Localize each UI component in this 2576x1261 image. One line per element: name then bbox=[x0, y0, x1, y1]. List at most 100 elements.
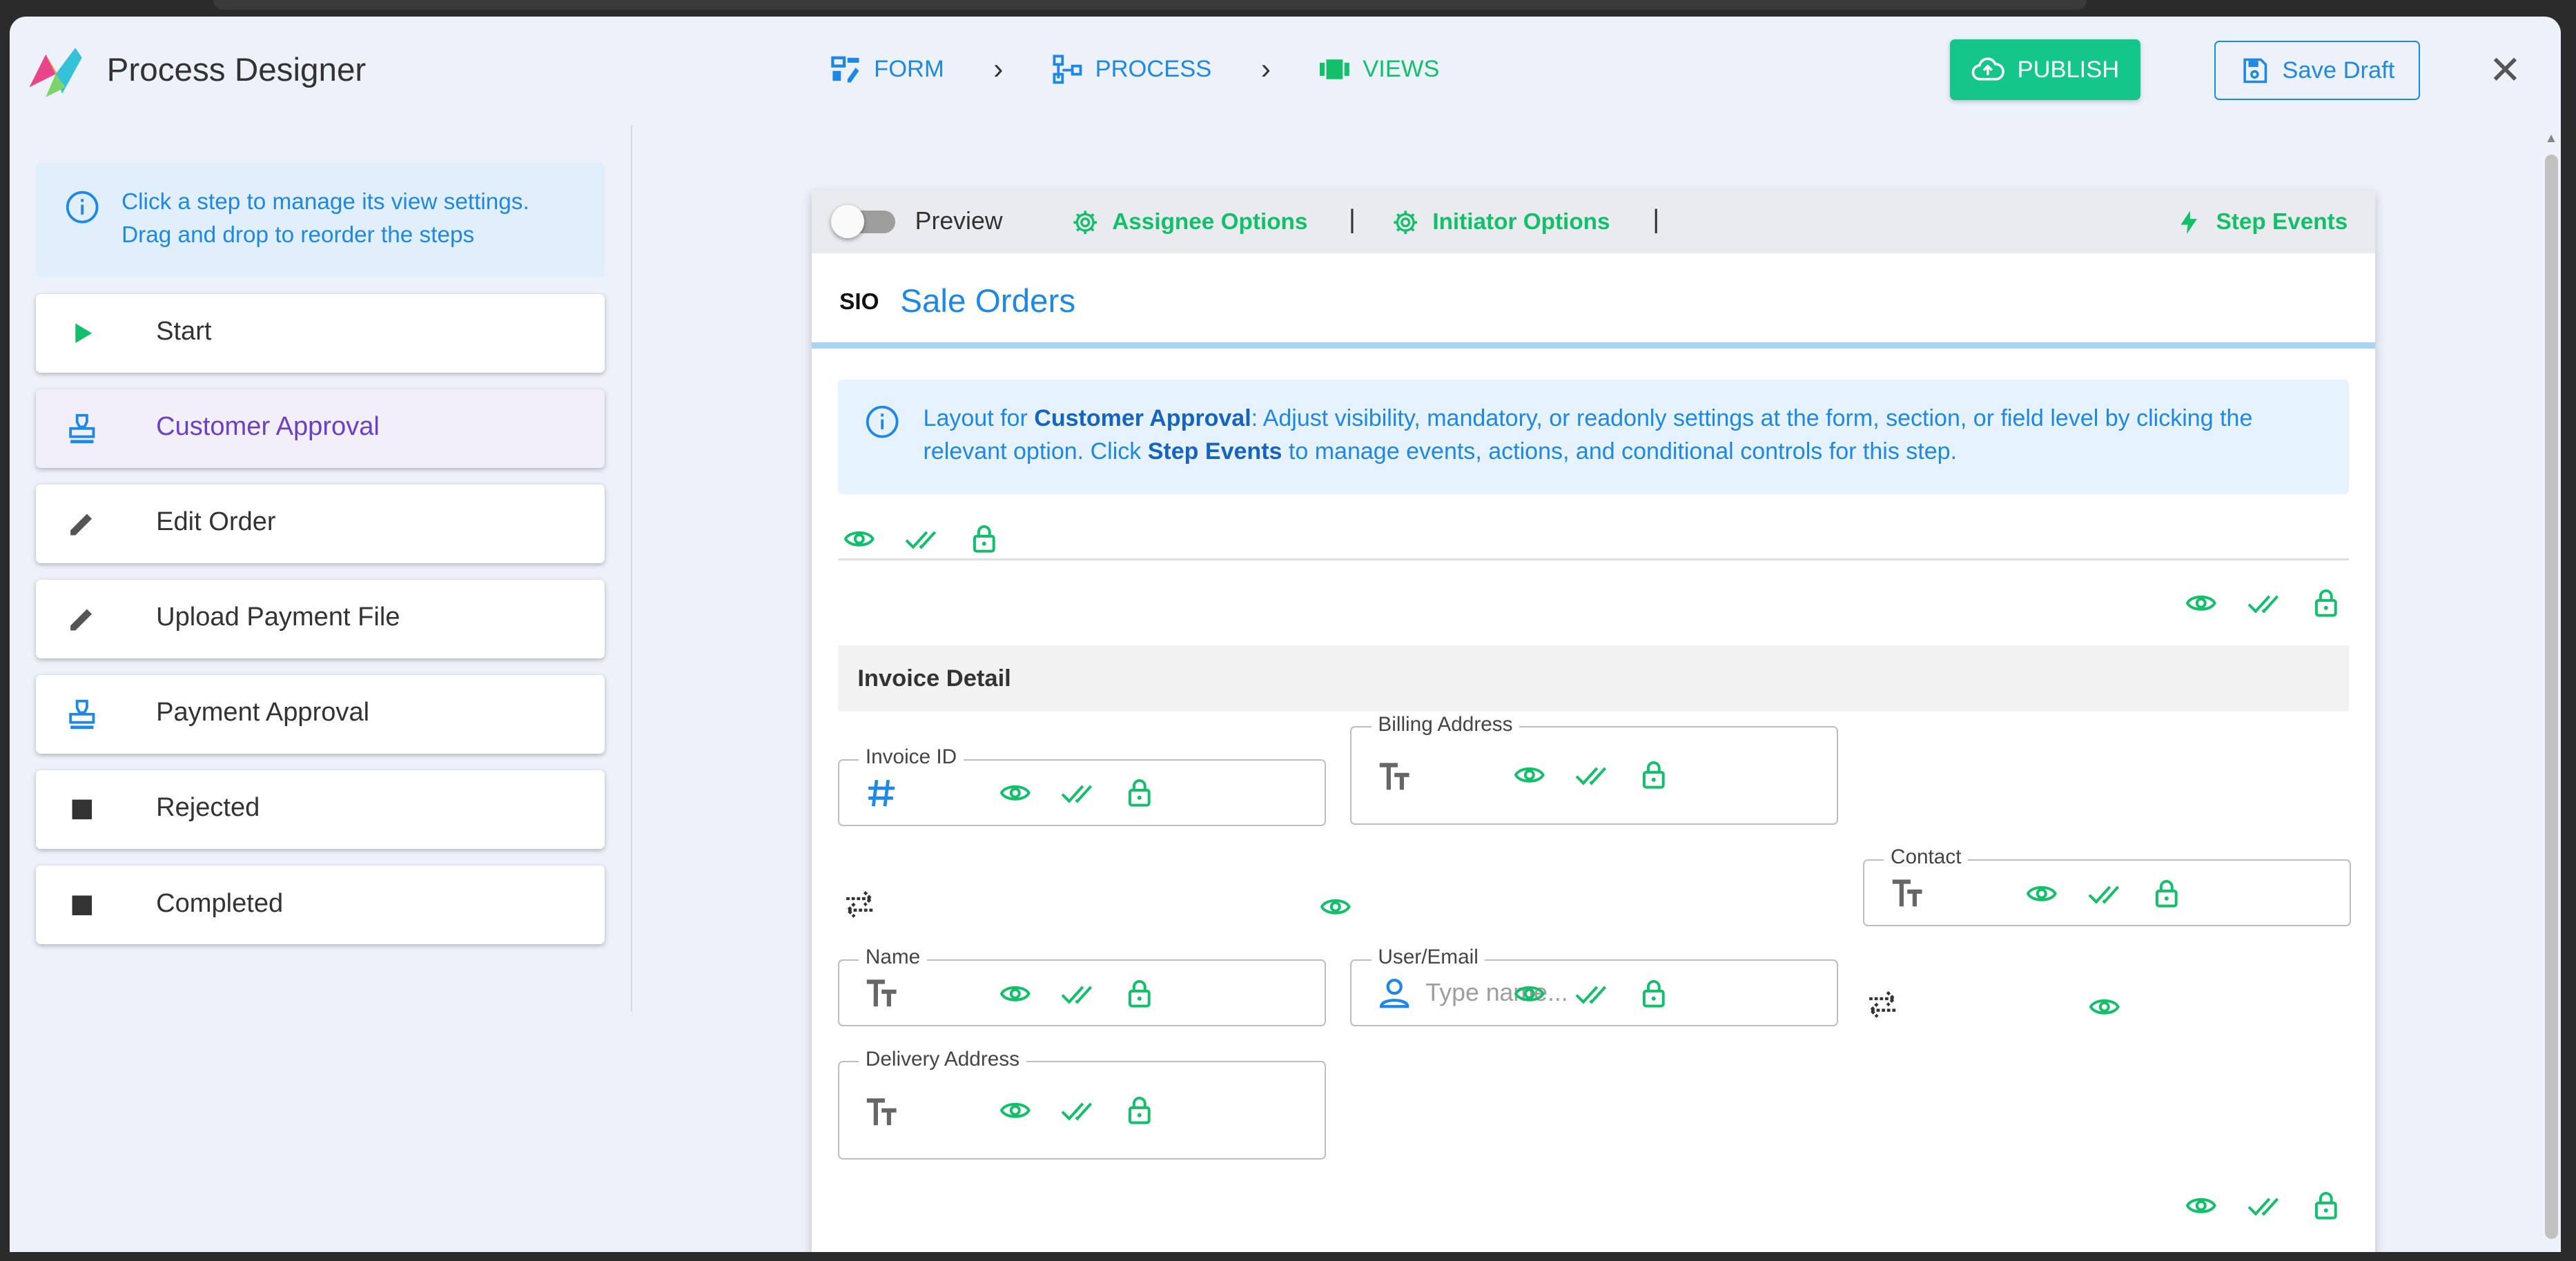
field-label: Name bbox=[859, 946, 927, 970]
hash-icon bbox=[868, 779, 895, 807]
step-completed[interactable]: Completed bbox=[36, 866, 605, 945]
preview-label: Preview bbox=[915, 206, 1003, 235]
scrollbar-thumb[interactable] bbox=[2544, 154, 2558, 1239]
step-customer-approval[interactable]: Customer Approval bbox=[36, 389, 605, 469]
swap-icon[interactable] bbox=[841, 886, 877, 921]
save-draft-button[interactable]: Save Draft bbox=[2214, 41, 2420, 101]
layout-notice: Layout for Customer Approval: Adjust vis… bbox=[837, 379, 2350, 495]
nav-form[interactable]: FORM bbox=[831, 55, 944, 84]
form-title-row: SIO Sale Orders bbox=[811, 253, 2376, 349]
nav-process-label: PROCESS bbox=[1095, 56, 1212, 83]
double-check-icon[interactable] bbox=[1575, 759, 1608, 792]
lock-icon[interactable] bbox=[1123, 1094, 1156, 1127]
user-email-field[interactable]: User/Email Type name... bbox=[1350, 946, 1839, 1027]
form-code: SIO bbox=[839, 289, 879, 315]
scroll-up-icon[interactable]: ▲ bbox=[2545, 131, 2558, 146]
page-scrollbar[interactable]: ▲ bbox=[2539, 125, 2561, 1252]
field-label: Contact bbox=[1884, 845, 1968, 870]
lock-icon[interactable] bbox=[1637, 977, 1670, 1010]
lock-icon[interactable] bbox=[2310, 1189, 2343, 1222]
save-draft-label: Save Draft bbox=[2282, 57, 2395, 84]
step-payment-approval[interactable]: Payment Approval bbox=[36, 675, 605, 754]
step-events-button[interactable]: Step Events bbox=[2175, 208, 2348, 236]
close-icon[interactable]: ✕ bbox=[2487, 51, 2523, 90]
view-toolbar: Preview Assignee Options | Initiator Opt… bbox=[811, 190, 2376, 253]
step-rejected[interactable]: Rejected bbox=[36, 770, 605, 850]
double-check-icon[interactable] bbox=[2247, 587, 2281, 620]
stop-icon bbox=[72, 799, 92, 820]
step-label: Edit Order bbox=[156, 507, 276, 537]
lock-icon[interactable] bbox=[2310, 587, 2343, 620]
double-check-icon[interactable] bbox=[2247, 1189, 2281, 1222]
lock-icon[interactable] bbox=[1123, 977, 1156, 1010]
double-check-icon[interactable] bbox=[1575, 977, 1608, 1010]
initiator-options-label: Initiator Options bbox=[1432, 209, 1610, 235]
double-check-icon[interactable] bbox=[1061, 776, 1094, 810]
info-icon bbox=[866, 406, 899, 438]
eye-icon[interactable] bbox=[2088, 990, 2121, 1024]
preview-toggle[interactable] bbox=[831, 205, 896, 239]
invoice-id-field[interactable]: Invoice ID bbox=[837, 745, 1326, 827]
double-check-icon[interactable] bbox=[905, 522, 938, 556]
section-header[interactable]: Invoice Detail bbox=[837, 645, 2350, 712]
app-title: Process Designer bbox=[106, 51, 367, 88]
eye-icon[interactable] bbox=[999, 776, 1032, 810]
step-label: Upload Payment File bbox=[156, 603, 400, 632]
double-check-icon[interactable] bbox=[1061, 1094, 1094, 1127]
info-icon bbox=[66, 190, 99, 224]
nav-process[interactable]: PROCESS bbox=[1053, 55, 1212, 84]
process-designer-dialog: Process Designer FORM › PROCESS › VIEWS bbox=[10, 16, 2562, 1252]
panel-divider bbox=[630, 124, 633, 1013]
stop-icon bbox=[72, 895, 92, 915]
toolbar-separator: | bbox=[1348, 205, 1356, 235]
lock-icon[interactable] bbox=[1123, 776, 1156, 810]
step-label: Completed bbox=[156, 888, 284, 918]
nav-views[interactable]: VIEWS bbox=[1320, 55, 1439, 84]
hint-line-2: Drag and drop to reorder the steps bbox=[121, 222, 475, 248]
header: Process Designer FORM › PROCESS › VIEWS bbox=[10, 17, 2561, 121]
text-size-icon bbox=[1379, 763, 1409, 790]
swap-icon[interactable] bbox=[1864, 986, 1900, 1021]
lock-icon[interactable] bbox=[1637, 759, 1670, 792]
eye-icon[interactable] bbox=[2185, 587, 2218, 620]
eye-icon[interactable] bbox=[1319, 890, 1352, 923]
step-events-label: Step Events bbox=[2216, 209, 2348, 235]
lock-icon[interactable] bbox=[968, 522, 1001, 556]
play-icon bbox=[75, 323, 92, 344]
gear-icon bbox=[1073, 211, 1097, 235]
step-edit-order[interactable]: Edit Order bbox=[36, 485, 605, 564]
eye-icon[interactable] bbox=[1513, 977, 1546, 1010]
form-icon bbox=[831, 56, 859, 83]
nav-form-label: FORM bbox=[874, 56, 944, 83]
stamp-icon bbox=[69, 414, 95, 444]
hint-line-1: Click a step to manage its view settings… bbox=[121, 188, 529, 215]
step-label: Start bbox=[156, 317, 212, 346]
double-check-icon[interactable] bbox=[1061, 977, 1094, 1010]
delivery-address-field[interactable]: Delivery Address bbox=[837, 1048, 1326, 1160]
screen: Process Designer FORM › PROCESS › VIEWS bbox=[0, 0, 2576, 1261]
lock-icon[interactable] bbox=[2150, 877, 2183, 910]
name-field[interactable]: Name bbox=[837, 946, 1326, 1027]
toolbar-separator: | bbox=[1652, 205, 1660, 235]
eye-icon[interactable] bbox=[999, 1094, 1032, 1127]
billing-address-field[interactable]: Billing Address bbox=[1350, 712, 1839, 825]
initiator-options-button[interactable]: Initiator Options bbox=[1392, 208, 1610, 236]
section-level-controls bbox=[2185, 1189, 2342, 1222]
eye-icon[interactable] bbox=[999, 977, 1032, 1010]
publish-button[interactable]: PUBLISH bbox=[1950, 39, 2141, 101]
gear-icon bbox=[1394, 211, 1417, 235]
notice-suffix: to manage events, actions, and condition… bbox=[1282, 438, 1958, 465]
step-start[interactable]: Start bbox=[36, 294, 605, 373]
eye-icon[interactable] bbox=[2185, 1189, 2218, 1222]
assignee-options-button[interactable]: Assignee Options bbox=[1071, 208, 1307, 236]
contact-field[interactable]: Contact bbox=[1862, 845, 2351, 927]
eye-icon[interactable] bbox=[1513, 759, 1546, 792]
process-icon bbox=[1053, 55, 1082, 84]
double-check-icon[interactable] bbox=[2088, 877, 2121, 910]
stamp-icon bbox=[69, 700, 95, 730]
eye-icon[interactable] bbox=[2025, 877, 2058, 910]
chevron-right-icon: › bbox=[993, 52, 1004, 86]
step-upload-payment-file[interactable]: Upload Payment File bbox=[36, 580, 605, 659]
field-controls bbox=[999, 977, 1156, 1010]
eye-icon[interactable] bbox=[843, 522, 876, 556]
